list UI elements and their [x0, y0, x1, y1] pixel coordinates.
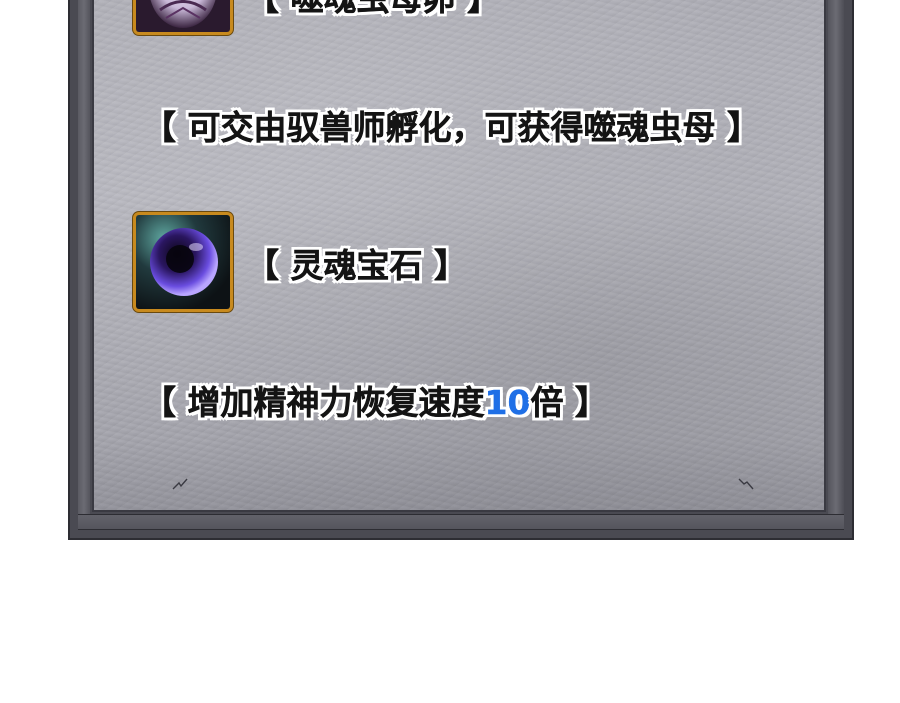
panel-rail-right: [828, 0, 844, 526]
item-name-egg: 【 噬魂虫母卵 】: [246, 0, 500, 15]
item-description-soul-gem: 【 增加精神力恢复速度10倍 】: [143, 386, 608, 419]
panel-rail-bottom: [78, 514, 844, 530]
description-suffix: 倍 】: [530, 383, 608, 422]
item-description-egg: 【 可交由驭兽师孵化，可获得噬魂虫母 】: [143, 108, 760, 147]
crack-mark: [738, 478, 754, 490]
panel-rail-left: [78, 0, 90, 526]
description-prefix: 【 增加精神力恢复速度: [143, 383, 485, 422]
recovery-multiplier: 10: [484, 383, 531, 422]
egg-icon: [133, 0, 233, 35]
crack-mark: [172, 478, 188, 490]
panel-shading: [94, 440, 824, 510]
soul-gem-icon: [133, 212, 233, 312]
comic-page: 【 噬魂虫母卵 】 【 可交由驭兽师孵化，可获得噬魂虫母 】: [0, 0, 900, 703]
item-name-soul-gem: 【 灵魂宝石 】: [246, 246, 467, 285]
